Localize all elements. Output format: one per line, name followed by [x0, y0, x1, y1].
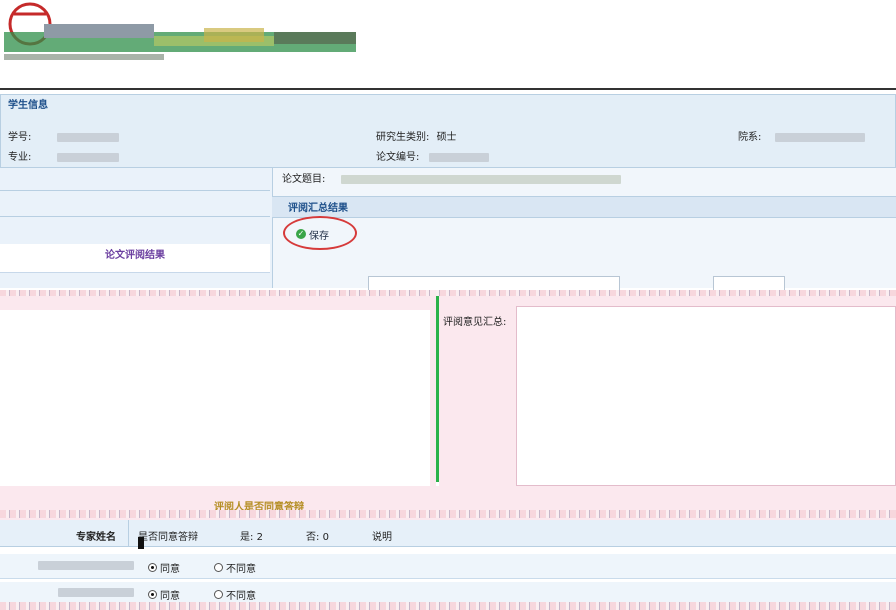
disagree-radio[interactable]: 不同意: [214, 587, 256, 602]
thesis-title-value: [340, 174, 621, 184]
department-field: 院系:: [738, 128, 865, 143]
department-label: 院系:: [738, 132, 762, 143]
department-value: [774, 132, 865, 142]
radio-empty-icon: [214, 590, 223, 599]
thesis-title-label: 论文题目:: [282, 174, 326, 185]
no-count-value: 0: [322, 532, 329, 543]
student-id-label: 学号:: [8, 132, 32, 143]
column-divider: [128, 520, 129, 546]
radio-selected-icon: [148, 563, 157, 572]
agree-defense-header: 是否同意答辩: [138, 532, 198, 543]
major-value: [56, 152, 119, 162]
student-info-title: 学生信息: [8, 100, 48, 111]
summary-title: 评阅汇总结果: [288, 203, 348, 214]
disagree-option-label: 不同意: [226, 564, 256, 575]
check-circle-icon: ✓: [296, 229, 306, 239]
expert-name-header: 专家姓名: [76, 532, 116, 543]
major-field: 专业:: [8, 148, 119, 163]
agree-option-label: 同意: [160, 564, 180, 575]
disagree-option-label: 不同意: [226, 591, 256, 602]
review-detail-header: [0, 296, 430, 310]
summary-panel: [272, 168, 896, 288]
expert-name: [58, 588, 134, 597]
disagree-radio[interactable]: 不同意: [214, 560, 256, 575]
yes-count-value: 2: [256, 532, 263, 543]
save-button[interactable]: ✓ 保存: [292, 225, 333, 243]
agree-radio[interactable]: 同意: [148, 560, 180, 575]
no-count-label: 否:: [306, 532, 320, 543]
render-artifact-strip: [0, 602, 896, 610]
text-cursor: [138, 537, 144, 549]
yes-count: 是: 2: [240, 528, 263, 543]
summary-form-row: [288, 276, 786, 292]
no-count: 否: 0: [306, 528, 329, 543]
expert-row: 同意 不同意: [0, 554, 896, 579]
opinion-label: 评阅意见汇总:: [443, 317, 507, 328]
radio-selected-icon: [148, 590, 157, 599]
review-detail-area: [0, 296, 430, 488]
university-logo: [4, 2, 356, 60]
radio-empty-icon: [214, 563, 223, 572]
yes-count-label: 是:: [240, 532, 254, 543]
left-row-divider: [0, 216, 270, 217]
agree-table-header: [0, 520, 896, 547]
agree-radio[interactable]: 同意: [148, 587, 180, 602]
summary-header-bar: [272, 196, 896, 218]
explanation-header: 说明: [372, 532, 392, 543]
save-label: 保存: [309, 230, 329, 242]
header-divider: [0, 88, 896, 90]
student-id-field: 学号:: [8, 128, 119, 143]
thesis-number-label: 论文编号:: [376, 152, 420, 163]
opinion-textarea[interactable]: [516, 306, 896, 486]
thesis-title-row: 论文题目:: [282, 170, 621, 185]
left-row-divider: [0, 190, 270, 191]
student-id-value: [56, 132, 119, 142]
student-type-label: 研究生类别:: [376, 132, 430, 143]
thesis-number-value: [428, 152, 489, 162]
agree-option-label: 同意: [160, 591, 180, 602]
student-type-value: 硕士: [436, 132, 457, 143]
expert-name: [38, 561, 134, 570]
thesis-number-field: 论文编号:: [376, 148, 489, 163]
expert-row: 同意 不同意: [0, 582, 896, 603]
render-artifact-strip: [0, 510, 896, 518]
student-type-field: 研究生类别: 硕士: [376, 128, 457, 143]
review-result-title: 论文评阅结果: [0, 244, 270, 273]
major-label: 专业:: [8, 152, 32, 163]
